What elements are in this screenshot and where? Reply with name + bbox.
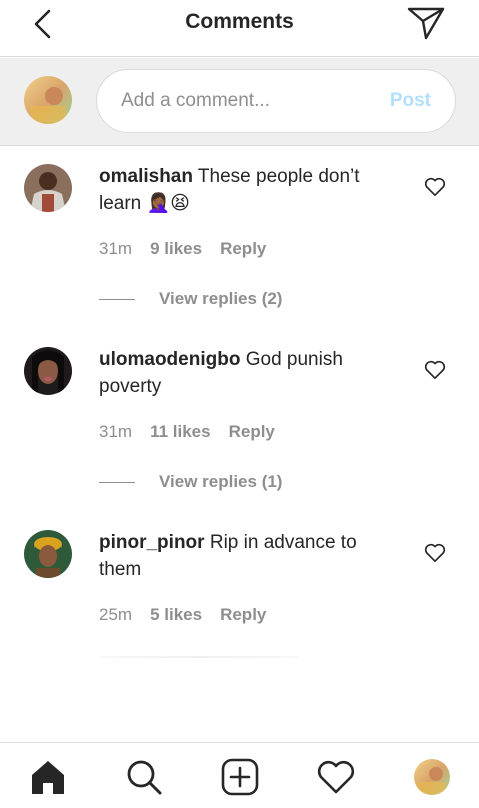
view-replies-button[interactable]: View replies (1) <box>99 472 282 492</box>
comment-likes[interactable]: 5 likes <box>150 605 202 625</box>
comment-meta: 31m 9 likes Reply <box>99 239 266 259</box>
comment-time: 25m <box>99 605 133 624</box>
search-icon <box>127 760 162 795</box>
reply-button[interactable]: Reply <box>229 422 275 442</box>
direct-send-button[interactable] <box>406 5 446 41</box>
comment-text: ulomaodenigbo God punish poverty <box>99 346 399 400</box>
add-post-icon <box>221 758 259 796</box>
tab-new-post[interactable] <box>218 755 262 799</box>
comment-composer: Add a comment... Post <box>0 58 479 146</box>
view-replies-label: View replies (1) <box>159 472 283 491</box>
comment-username[interactable]: pinor_pinor <box>99 532 205 553</box>
comment-username[interactable]: ulomaodenigbo <box>99 349 240 370</box>
comment-meta: 31m 11 likes Reply <box>99 422 275 442</box>
comment-username[interactable]: omalishan <box>99 166 193 187</box>
comment-time: 31m <box>99 239 133 258</box>
replies-divider <box>99 481 135 483</box>
like-heart-icon[interactable] <box>424 543 446 563</box>
activity-heart-icon <box>317 760 355 794</box>
bottom-tab-bar <box>0 742 479 808</box>
view-replies-button[interactable]: View replies (2) <box>99 289 282 309</box>
comment-likes[interactable]: 11 likes <box>150 422 211 442</box>
comment-meta: 25m 5 likes Reply <box>99 605 266 625</box>
loading-placeholder <box>99 656 299 658</box>
home-icon <box>32 761 64 794</box>
comment-text: pinor_pinor Rip in advance to them <box>99 529 399 583</box>
post-button[interactable]: Post <box>390 90 431 112</box>
tab-profile[interactable] <box>410 755 454 799</box>
comment-input[interactable]: Add a comment... Post <box>96 69 456 133</box>
view-replies-label: View replies (2) <box>159 289 283 308</box>
current-user-avatar <box>24 76 72 124</box>
avatar[interactable] <box>24 164 72 212</box>
like-heart-icon[interactable] <box>424 360 446 380</box>
comment-likes[interactable]: 9 likes <box>150 239 202 259</box>
comment-text: omalishan These people don’t learn 🤦🏾‍♀️… <box>99 163 399 217</box>
header-bar: Comments <box>0 0 479 57</box>
avatar[interactable] <box>24 347 72 395</box>
comment-input-placeholder: Add a comment... <box>121 90 270 111</box>
tab-home[interactable] <box>26 755 70 799</box>
reply-button[interactable]: Reply <box>220 605 266 625</box>
comment-time: 31m <box>99 422 133 441</box>
tab-activity[interactable] <box>314 755 358 799</box>
like-heart-icon[interactable] <box>424 177 446 197</box>
avatar[interactable] <box>24 530 72 578</box>
profile-avatar <box>414 759 450 795</box>
tab-search[interactable] <box>122 755 166 799</box>
replies-divider <box>99 298 135 300</box>
direct-send-icon <box>407 7 445 40</box>
reply-button[interactable]: Reply <box>220 239 266 259</box>
